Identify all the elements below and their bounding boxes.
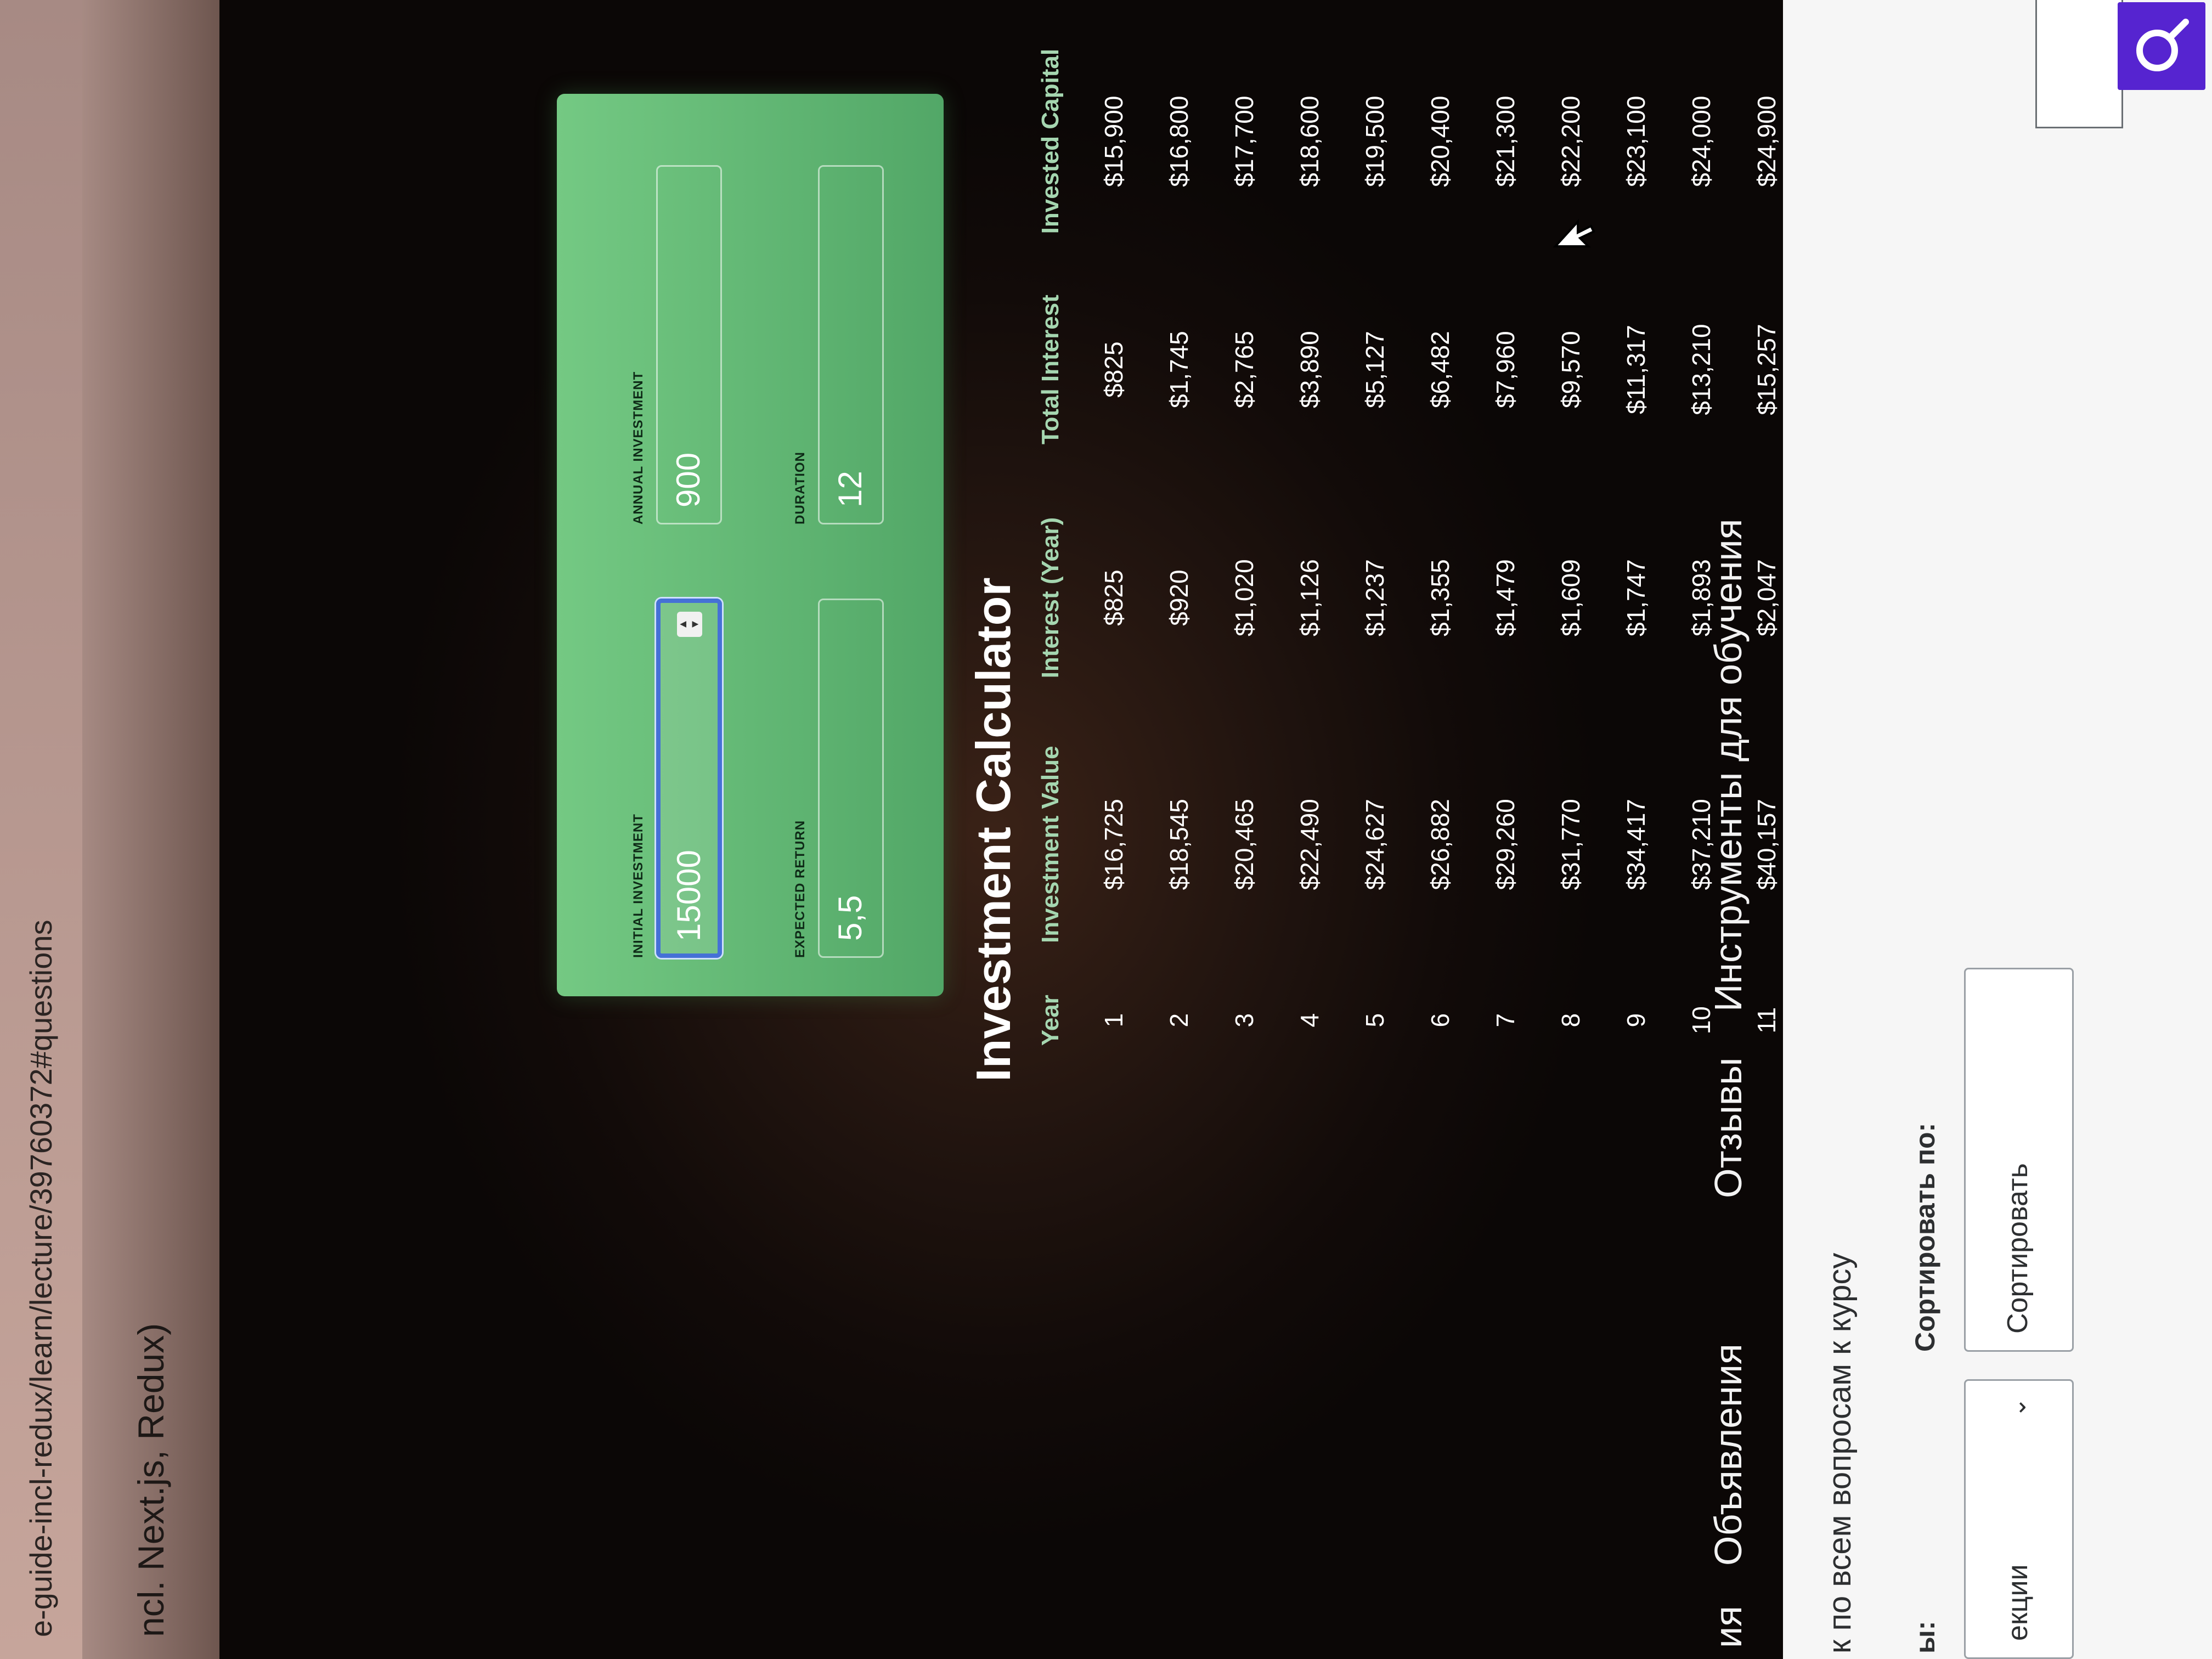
table-cell: $825 — [1099, 569, 1128, 626]
table-row: 7 $29,260 $1,479 $7,960 $21,300 — [1472, 24, 1538, 1066]
tab-learning-tools[interactable]: Инструменты для обучения — [1679, 518, 1778, 1012]
annual-investment-value: 900 — [670, 452, 707, 507]
table-row: 2 $18,545 $920 $1,745 $16,800 — [1146, 24, 1211, 1066]
table-cell: $2,765 — [1229, 331, 1259, 408]
search-icon — [2136, 19, 2189, 71]
filter-select-value: екции — [2002, 1564, 2034, 1641]
table-row: 3 $20,465 $1,020 $2,765 $17,700 — [1211, 24, 1277, 1066]
table-cell: $34,417 — [1621, 799, 1650, 890]
table-row: 1 $16,725 $825 $825 $15,900 — [1081, 24, 1146, 1066]
initial-investment-input[interactable]: 15000 ▲ ▼ — [656, 599, 722, 958]
url-text: e-guide-incl-redux/learn/lecture/3976037… — [24, 919, 58, 1637]
table-cell: $1,745 — [1164, 331, 1193, 408]
table-cell: $1,747 — [1621, 559, 1650, 636]
table-cell: 9 — [1621, 1013, 1650, 1028]
table-cell: $1,479 — [1491, 559, 1520, 636]
table-cell: $15,900 — [1099, 95, 1128, 187]
filter-label: ы: — [1910, 1621, 1940, 1654]
course-title-bar: ncl. Next.js, Redux) — [82, 0, 219, 1659]
annual-investment-input[interactable]: 900 — [656, 165, 722, 524]
chevron-down-icon: ⌄ — [2004, 1397, 2031, 1418]
sort-select-value: Сортировать — [2002, 1163, 2034, 1334]
table-row: 4 $22,490 $1,126 $3,890 $18,600 — [1277, 24, 1342, 1066]
table-cell: 3 — [1229, 1013, 1259, 1028]
table-cell: $1,355 — [1425, 559, 1454, 636]
course-tabs: ия Объявления Отзывы Инструменты для обу… — [1679, 0, 1778, 1659]
table-row: 8 $31,770 $1,609 $9,570 $22,200 — [1538, 24, 1603, 1066]
table-cell: $920 — [1164, 569, 1193, 626]
filter-select[interactable]: екции ⌄ — [1964, 1379, 2074, 1659]
tab-announcements[interactable]: Объявления — [1679, 1344, 1778, 1566]
table-row: 5 $24,627 $1,237 $5,127 $19,500 — [1342, 24, 1407, 1066]
table-cell: $7,960 — [1491, 331, 1520, 408]
column-header: Year — [1037, 995, 1064, 1046]
table-cell: $23,100 — [1621, 95, 1650, 187]
table-cell: $825 — [1099, 341, 1128, 398]
table-cell: $11,317 — [1621, 325, 1650, 415]
expected-return-input[interactable]: 5,5 — [818, 599, 884, 958]
tab-reviews[interactable]: Отзывы — [1679, 1058, 1778, 1198]
table-cell: $20,400 — [1425, 95, 1454, 187]
column-header: Interest (Year) — [1037, 517, 1064, 679]
table-row: 6 $26,882 $1,355 $6,482 $20,400 — [1407, 24, 1472, 1066]
table-cell: 4 — [1295, 1013, 1324, 1028]
table-cell: $26,882 — [1425, 799, 1454, 890]
table-cell: $16,800 — [1164, 95, 1193, 187]
initial-investment-label: INITIAL INVESTMENT — [631, 814, 646, 958]
table-cell: $22,490 — [1295, 799, 1324, 890]
expected-return-label: EXPECTED RETURN — [793, 820, 808, 958]
expected-return-value: 5,5 — [832, 895, 868, 941]
table-cell: $17,700 — [1229, 95, 1259, 187]
table-cell: $3,890 — [1295, 331, 1324, 408]
course-title: ncl. Next.js, Redux) — [131, 1323, 171, 1637]
duration-value: 12 — [832, 471, 868, 507]
table-cell: $1,126 — [1295, 559, 1324, 636]
table-cell: $1,020 — [1229, 559, 1259, 636]
table-cell: $1,609 — [1556, 559, 1585, 636]
mouse-cursor-icon — [1553, 218, 1595, 247]
table-cell: 5 — [1360, 1013, 1389, 1028]
table-cell: $18,545 — [1164, 799, 1193, 890]
sort-select[interactable]: Сортировать — [1964, 968, 2074, 1352]
initial-investment-value: 15000 — [670, 850, 707, 941]
app-title: Investment Calculator — [966, 577, 1020, 1082]
table-cell: $18,600 — [1295, 95, 1324, 187]
table-cell: 2 — [1164, 1013, 1193, 1028]
table-cell: $20,465 — [1229, 799, 1259, 890]
annual-investment-label: ANNUAL INVESTMENT — [631, 371, 646, 524]
sort-label: Сортировать по: — [1910, 1122, 1940, 1352]
table-cell: $5,127 — [1360, 331, 1389, 408]
address-bar[interactable]: e-guide-incl-redux/learn/lecture/3976037… — [0, 0, 82, 1659]
table-cell: $21,300 — [1491, 95, 1520, 187]
back-to-all-questions-link[interactable]: к по всем вопросам к курсу — [1821, 1253, 1858, 1654]
column-header: Investment Value — [1037, 746, 1064, 944]
table-cell: 8 — [1556, 1013, 1585, 1028]
table-cell: $24,627 — [1360, 799, 1389, 890]
search-button[interactable] — [2118, 2, 2205, 90]
table-cell: $29,260 — [1491, 799, 1520, 890]
table-cell: $19,500 — [1360, 95, 1389, 187]
screen: e-guide-incl-redux/learn/lecture/3976037… — [0, 0, 2212, 1659]
table-cell: 6 — [1425, 1013, 1454, 1028]
table-row: 9 $34,417 $1,747 $11,317 $23,100 — [1603, 24, 1668, 1066]
column-header: Total Interest — [1037, 295, 1064, 445]
number-stepper[interactable]: ▲ ▼ — [677, 612, 702, 637]
duration-label: DURATION — [793, 452, 808, 524]
input-panel: INITIAL INVESTMENT 15000 ▲ ▼ ANNUAL INVES… — [557, 94, 944, 996]
duration-input[interactable]: 12 — [818, 165, 884, 524]
table-header-row: Year Investment Value Interest (Year) To… — [1020, 24, 1081, 1066]
table-cell: $6,482 — [1425, 331, 1454, 408]
table-cell: 1 — [1099, 1013, 1128, 1028]
column-header: Invested Capital — [1037, 48, 1064, 234]
table-cell: $1,237 — [1360, 559, 1389, 636]
table-cell: $31,770 — [1556, 799, 1585, 890]
tab-overview[interactable]: ия — [1679, 1606, 1778, 1648]
table-cell: $9,570 — [1556, 331, 1585, 408]
table-cell: 7 — [1491, 1013, 1520, 1028]
table-cell: $16,725 — [1099, 799, 1128, 890]
search-input[interactable] — [2035, 0, 2123, 128]
